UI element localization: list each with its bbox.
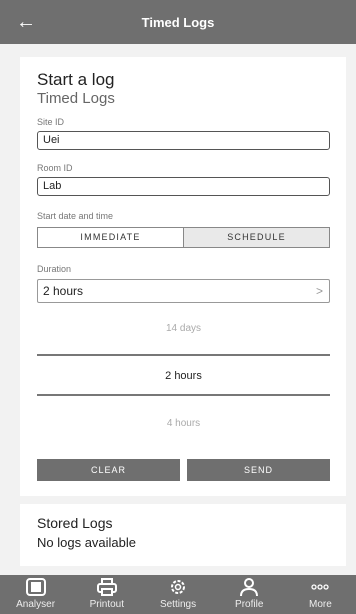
nav-item-settings[interactable]: Settings — [142, 575, 213, 614]
site-id-label: Site ID — [37, 117, 65, 127]
room-id-field[interactable]: Lab — [37, 177, 330, 196]
back-arrow-icon[interactable]: ← — [14, 10, 38, 34]
duration-select[interactable]: 2 hours > — [37, 279, 330, 303]
send-button[interactable]: SEND — [187, 459, 330, 481]
analyser-icon — [25, 575, 47, 599]
picker-divider-top — [37, 354, 330, 356]
duration-value: 2 hours — [43, 284, 84, 298]
site-id-field[interactable]: Uei — [37, 131, 330, 150]
clear-button[interactable]: CLEAR — [37, 459, 180, 481]
nav-label-settings: Settings — [159, 599, 197, 610]
stored-logs-empty: No logs available — [37, 535, 137, 550]
immediate-option[interactable]: IMMEDIATE — [38, 228, 183, 247]
stored-logs-card: Stored Logs No logs available — [20, 504, 346, 566]
nav-label-printout: Printout — [89, 599, 125, 610]
printer-icon — [96, 575, 118, 599]
duration-label: Duration — [37, 264, 72, 274]
card-title: Start a log — [37, 70, 115, 89]
app-bar: ← Timed Logs — [0, 0, 356, 44]
schedule-option[interactable]: SCHEDULE — [183, 228, 329, 247]
picker-option-above[interactable]: 14 days — [37, 323, 330, 334]
nav-label-analyser: Analyser — [16, 599, 56, 610]
start-mode-toggle: IMMEDIATE SCHEDULE — [37, 227, 330, 248]
start-log-card: Start a log Timed Logs Site ID Uei Room … — [20, 57, 346, 496]
room-id-label: Room ID — [37, 163, 73, 173]
picker-option-selected[interactable]: 2 hours — [37, 370, 330, 382]
stored-logs-title: Stored Logs — [37, 515, 113, 531]
nav-label-profile: Profile — [235, 599, 264, 610]
picker-option-below[interactable]: 4 hours — [37, 418, 330, 429]
picker-divider-bottom — [37, 394, 330, 396]
person-icon — [238, 575, 260, 599]
page-title: Timed Logs — [141, 14, 215, 30]
nav-label-more: More — [309, 599, 332, 610]
nav-item-more[interactable]: More — [285, 575, 356, 614]
chevron-right-icon: > — [315, 284, 323, 298]
card-subtitle: Timed Logs — [37, 90, 115, 107]
bottom-nav: Analyser Printout Settings Profile More — [0, 575, 356, 614]
nav-item-printout[interactable]: Printout — [71, 575, 142, 614]
nav-item-analyser[interactable]: Analyser — [0, 575, 71, 614]
more-dots-icon — [309, 575, 331, 599]
gear-icon — [167, 575, 189, 599]
nav-item-profile[interactable]: Profile — [214, 575, 285, 614]
start-datetime-label: Start date and time — [37, 211, 114, 221]
